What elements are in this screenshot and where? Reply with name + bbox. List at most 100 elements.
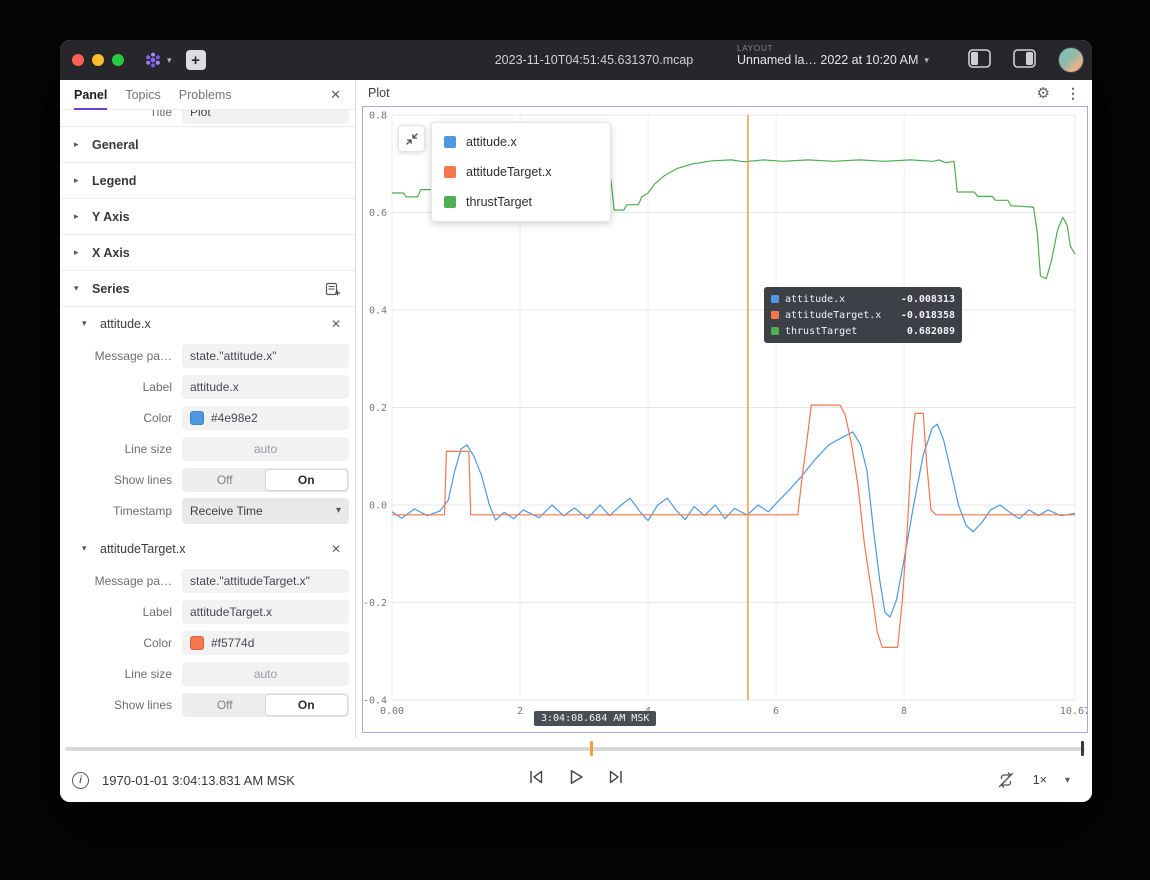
field-row-line-size: Line size auto <box>60 433 355 464</box>
label-input[interactable]: attitudeTarget.x <box>182 600 349 624</box>
app-menu-button[interactable]: ▾ <box>142 50 172 70</box>
field-row-color: Color #f5774d <box>60 627 355 658</box>
section-series[interactable]: ▾ Series <box>60 271 355 307</box>
series-color-swatch <box>771 295 779 303</box>
chevron-down-icon: ▾ <box>167 56 172 65</box>
field-row-line-size: Line size auto <box>60 658 355 689</box>
tab-problems[interactable]: Problems <box>179 80 232 110</box>
series-color-swatch <box>771 327 779 335</box>
tab-panel[interactable]: Panel <box>74 80 107 110</box>
legend-collapse-button[interactable] <box>398 125 425 152</box>
legend-item-attitude-x[interactable]: attitude.x <box>432 127 610 157</box>
line-size-input[interactable]: auto <box>182 437 349 461</box>
plot-panel-title: Plot <box>368 86 390 100</box>
field-row-message-path: Message pa… state."attitude.x" <box>60 340 355 371</box>
seek-backward-button[interactable] <box>527 768 546 786</box>
plot-chart-area: 0.80.60.40.20.0-0.2-0.40.00246810.67 att… <box>362 106 1088 733</box>
skip-backward-icon <box>527 768 546 786</box>
label-input[interactable]: attitude.x <box>182 375 349 399</box>
line-size-input[interactable]: auto <box>182 662 349 686</box>
sidebar-tab-bar: Panel Topics Problems ✕ <box>60 80 355 110</box>
show-lines-on-button[interactable]: On <box>266 470 348 490</box>
plot-legend: attitude.x attitudeTarget.x thrustTarget <box>431 122 611 222</box>
user-avatar[interactable] <box>1058 47 1084 73</box>
series-header-attitude-target-x[interactable]: ▾ attitudeTarget.x ✕ <box>60 532 355 565</box>
skip-forward-icon <box>607 768 626 786</box>
svg-text:6: 6 <box>773 706 779 717</box>
legend-item-thrust-target[interactable]: thrustTarget <box>432 187 610 217</box>
close-window-button[interactable] <box>72 54 84 66</box>
svg-text:10.67: 10.67 <box>1060 706 1087 717</box>
desktop-background: ▾ + 2023-11-10T04:51:45.631370.mcap LAYO… <box>0 0 1150 880</box>
series-color-swatch <box>771 311 779 319</box>
color-swatch[interactable] <box>190 636 204 650</box>
tooltip-row: thrustTarget 0.682089 <box>771 323 955 339</box>
remove-series-icon[interactable]: ✕ <box>331 542 341 556</box>
section-y-axis[interactable]: ▸ Y Axis <box>60 199 355 235</box>
tab-topics[interactable]: Topics <box>125 80 160 110</box>
show-lines-off-button[interactable]: Off <box>184 695 266 715</box>
left-sidebar-toggle-button[interactable] <box>968 49 991 68</box>
window-titlebar: ▾ + 2023-11-10T04:51:45.631370.mcap LAYO… <box>60 40 1092 80</box>
color-swatch[interactable] <box>190 411 204 425</box>
message-path-input[interactable]: state."attitudeTarget.x" <box>182 569 349 593</box>
info-icon[interactable]: i <box>72 772 89 789</box>
chevron-right-icon: ▸ <box>74 247 84 258</box>
add-series-icon[interactable] <box>325 281 341 297</box>
foxglove-logo-icon <box>142 50 164 70</box>
repeat-off-icon <box>997 771 1015 789</box>
message-path-input[interactable]: state."attitude.x" <box>182 344 349 368</box>
play-icon <box>568 768 585 786</box>
settings-sidebar: Panel Topics Problems ✕ Title Plot ▸ <box>60 80 356 738</box>
show-lines-toggle: Off On <box>182 693 349 717</box>
series-header-attitude-x[interactable]: ▾ attitude.x ✕ <box>60 307 355 340</box>
right-sidebar-toggle-button[interactable] <box>1013 49 1036 68</box>
scrubber-end-marker <box>1081 741 1084 756</box>
chevron-down-icon: ▾ <box>336 506 341 516</box>
chevron-right-icon: ▸ <box>74 175 84 186</box>
svg-text:0.8: 0.8 <box>369 111 387 122</box>
scrubber-playhead-marker[interactable] <box>590 741 593 756</box>
legend-item-attitude-target-x[interactable]: attitudeTarget.x <box>432 157 610 187</box>
layout-menu-button[interactable]: LAYOUT Unnamed la… 2022 at 10:20 AM ▾ <box>737 44 962 67</box>
chevron-down-icon: ▾ <box>82 318 92 329</box>
timeline-scrubber[interactable] <box>65 747 1085 751</box>
minimize-window-button[interactable] <box>92 54 104 66</box>
color-input[interactable]: #4e98e2 <box>182 406 349 430</box>
gear-icon[interactable]: ⚙ <box>1037 84 1050 102</box>
layout-name: Unnamed la… 2022 at 10:20 AM <box>737 53 918 67</box>
add-panel-button[interactable]: + <box>186 50 206 70</box>
section-legend[interactable]: ▸ Legend <box>60 163 355 199</box>
plot-panel-header[interactable]: Plot ⚙ ⋮ <box>356 80 1092 106</box>
zoom-window-button[interactable] <box>112 54 124 66</box>
play-button[interactable] <box>568 768 585 786</box>
section-x-axis[interactable]: ▸ X Axis <box>60 235 355 271</box>
layout-label: LAYOUT <box>737 44 962 53</box>
field-row-label: Label attitudeTarget.x <box>60 596 355 627</box>
svg-text:0.4: 0.4 <box>369 306 387 317</box>
timestamp-select[interactable]: Receive Time ▾ <box>182 498 349 524</box>
field-row-color: Color #4e98e2 <box>60 402 355 433</box>
title-field-input[interactable]: Plot <box>182 110 349 124</box>
field-row-label: Label attitude.x <box>60 371 355 402</box>
playback-speed[interactable]: 1× <box>1033 773 1047 787</box>
section-general[interactable]: ▸ General <box>60 127 355 163</box>
sidebar-scroll-region[interactable]: Title Plot ▸ General ▸ Legend ▸ Y <box>60 110 355 738</box>
seek-forward-button[interactable] <box>607 768 626 786</box>
remove-series-icon[interactable]: ✕ <box>331 317 341 331</box>
close-sidebar-icon[interactable]: ✕ <box>330 87 341 103</box>
svg-text:8: 8 <box>901 706 907 717</box>
kebab-menu-icon[interactable]: ⋮ <box>1066 85 1080 102</box>
svg-text:0.00: 0.00 <box>380 706 404 717</box>
chevron-down-icon: ▾ <box>82 543 92 554</box>
field-row-timestamp: Timestamp Receive Time ▾ <box>60 495 355 526</box>
chevron-right-icon: ▸ <box>74 139 84 150</box>
playback-bar: i 1970-01-01 3:04:13.831 AM MSK <box>60 738 1092 802</box>
show-lines-on-button[interactable]: On <box>266 695 348 715</box>
loop-off-button[interactable] <box>997 771 1015 789</box>
svg-text:0.2: 0.2 <box>369 403 387 414</box>
show-lines-off-button[interactable]: Off <box>184 470 266 490</box>
field-row-show-lines: Show lines Off On <box>60 689 355 720</box>
chevron-down-icon[interactable]: ▾ <box>1065 775 1070 786</box>
color-input[interactable]: #f5774d <box>182 631 349 655</box>
